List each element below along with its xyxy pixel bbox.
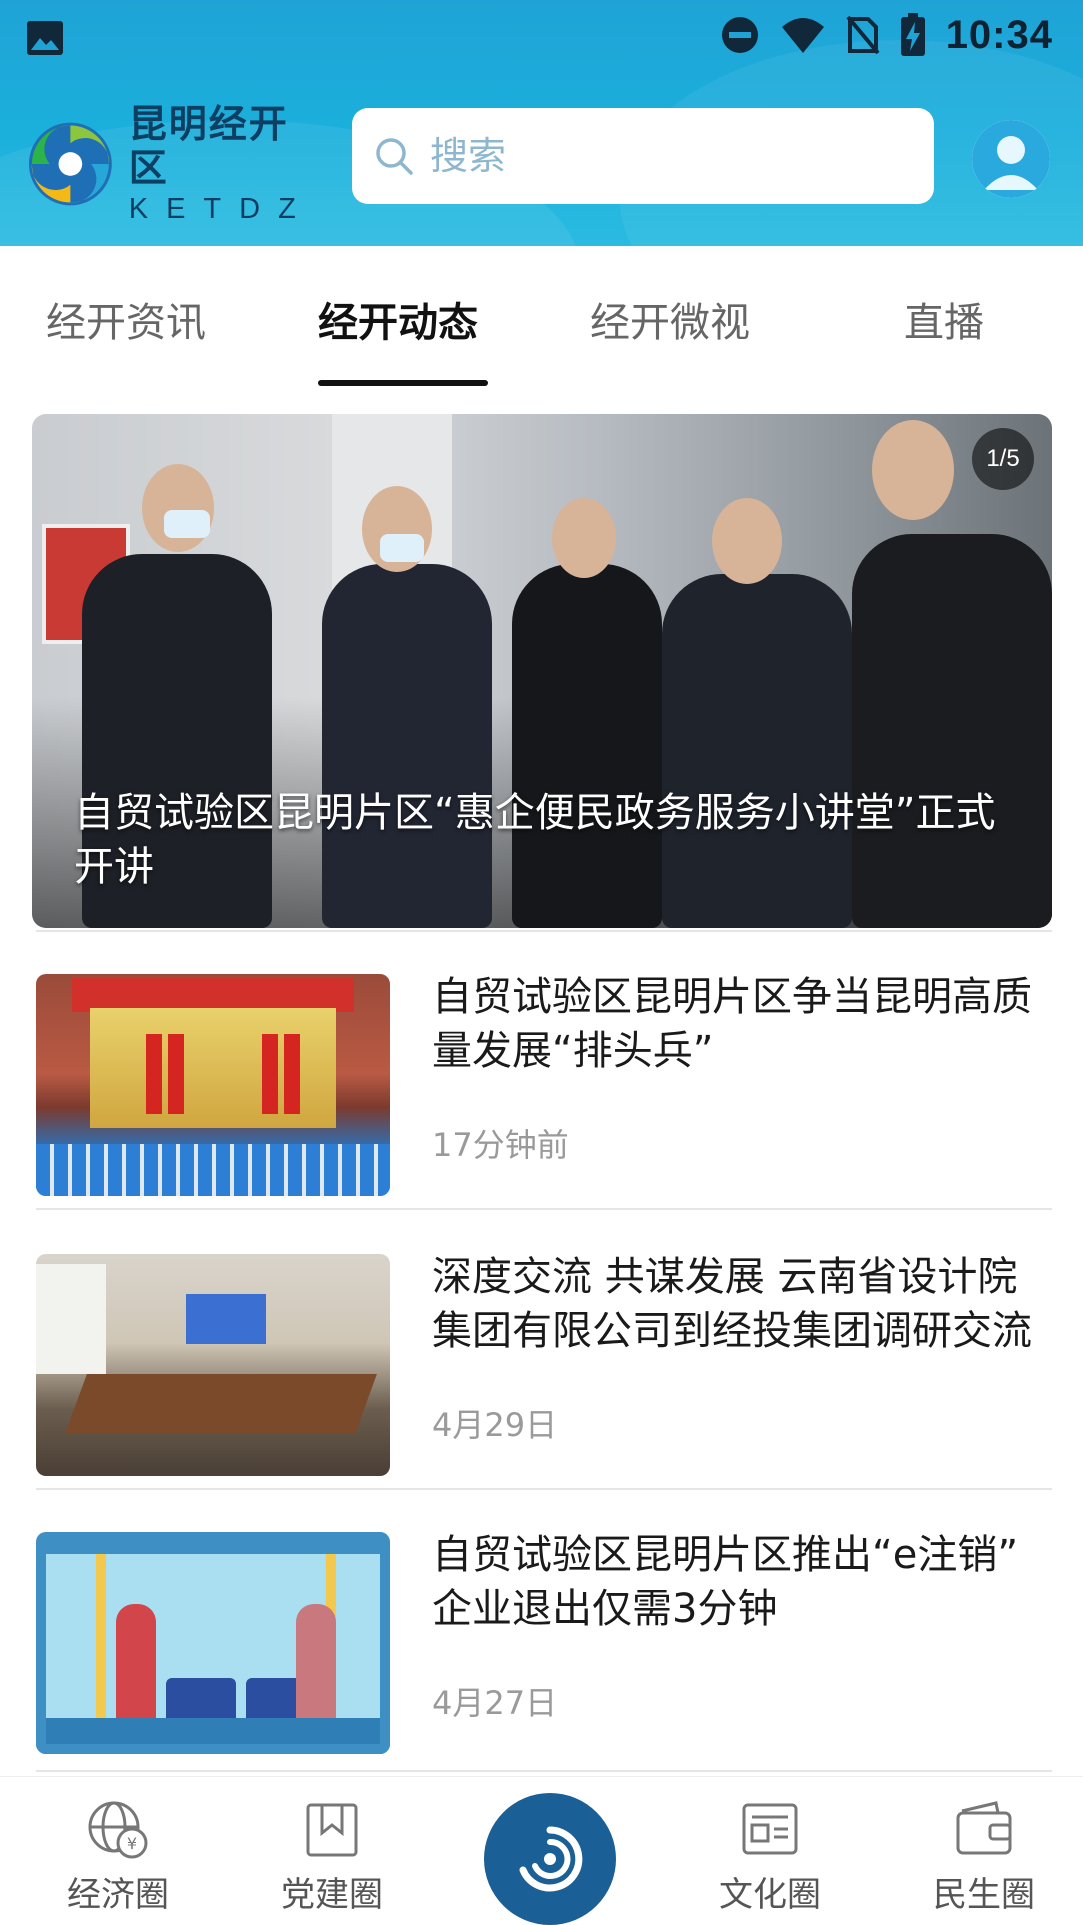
news-title: 自贸试验区昆明片区推出“e注销” 企业退出仅需3分钟 (432, 1532, 1019, 1632)
tab-news[interactable]: 经开资讯 (46, 290, 206, 348)
nav-label: 民生圈 (933, 1875, 1035, 1915)
no-sim-icon (846, 15, 880, 55)
news-thumbnail (36, 974, 390, 1196)
banner-title: 自贸试验区昆明片区“惠企便民政务服务小讲堂”正式开讲 (74, 790, 996, 890)
news-title: 自贸试验区昆明片区争当昆明高质量发展“排头兵” (432, 974, 1032, 1074)
logo-subtitle: KETDZ (128, 193, 314, 225)
search-input[interactable] (430, 126, 910, 186)
nav-label: 经济圈 (67, 1875, 169, 1915)
user-avatar[interactable] (972, 120, 1050, 198)
news-time: 4月27日 (432, 1684, 558, 1722)
logo-swirl-icon (519, 1826, 583, 1892)
list-divider (36, 930, 1052, 932)
culture-card-icon (742, 1803, 798, 1855)
svg-text:¥: ¥ (127, 1834, 137, 1853)
list-divider (36, 1770, 1052, 1772)
active-tab-indicator (318, 380, 488, 386)
logo-title: 昆明经开区 (128, 102, 289, 190)
nav-culture[interactable]: 文化圈 (690, 1797, 850, 1917)
wallet-icon (956, 1801, 1012, 1855)
app-logo[interactable]: 昆明经开区 KETDZ (26, 102, 326, 225)
status-time: 10:34 (945, 12, 1053, 57)
dnd-icon (721, 17, 758, 53)
search-box[interactable] (352, 108, 934, 204)
tab-live[interactable]: 直播 (904, 290, 984, 348)
news-time: 17分钟前 (432, 1126, 569, 1164)
battery-charging-icon (900, 13, 925, 56)
nav-label: 文化圈 (719, 1875, 821, 1915)
search-icon (376, 138, 413, 175)
logo-swirl-icon (28, 122, 112, 206)
nav-economy[interactable]: ¥ 经济圈 (38, 1797, 198, 1917)
list-divider (36, 1208, 1052, 1210)
featured-banner[interactable]: 1/5 自贸试验区昆明片区“惠企便民政务服务小讲堂”正式开讲 (32, 414, 1052, 928)
news-item[interactable]: 自贸试验区昆明片区争当昆明高质量发展“排头兵” 17分钟前 (36, 970, 1056, 1198)
bottom-navigation: ¥ 经济圈 党建圈 文化圈 民生圈 (0, 1776, 1083, 1925)
category-tabs: 经开资讯 经开动态 经开微视 直播 (0, 266, 1083, 396)
list-divider (36, 1488, 1052, 1490)
news-time: 4月29日 (432, 1406, 558, 1444)
nav-party-building[interactable]: 党建圈 (252, 1797, 412, 1917)
tab-micro-video[interactable]: 经开微视 (590, 290, 750, 348)
bookmark-icon (306, 1803, 358, 1857)
nav-livelihood[interactable]: 民生圈 (904, 1797, 1064, 1917)
banner-page-counter: 1/5 (972, 428, 1034, 490)
app-header: 10:34 昆明经开区 KETDZ (0, 0, 1083, 246)
news-item[interactable]: 自贸试验区昆明片区推出“e注销” 企业退出仅需3分钟 4月27日 (36, 1528, 1056, 1756)
globe-yuan-icon: ¥ (88, 1801, 148, 1859)
tab-dynamics[interactable]: 经开动态 (318, 290, 478, 348)
status-bar: 10:34 (0, 0, 1083, 70)
gallery-icon (27, 21, 63, 55)
user-icon (972, 120, 1050, 198)
news-title: 深度交流 共谋发展 云南省设计院集团有限公司到经投集团调研交流 (432, 1254, 1032, 1354)
news-item[interactable]: 深度交流 共谋发展 云南省设计院集团有限公司到经投集团调研交流 4月29日 (36, 1250, 1056, 1478)
wifi-icon (781, 18, 824, 53)
nav-home-center[interactable] (484, 1793, 616, 1925)
news-thumbnail (36, 1532, 390, 1754)
news-thumbnail (36, 1254, 390, 1476)
nav-label: 党建圈 (281, 1875, 383, 1915)
status-icons: 10:34 (720, 10, 1053, 60)
